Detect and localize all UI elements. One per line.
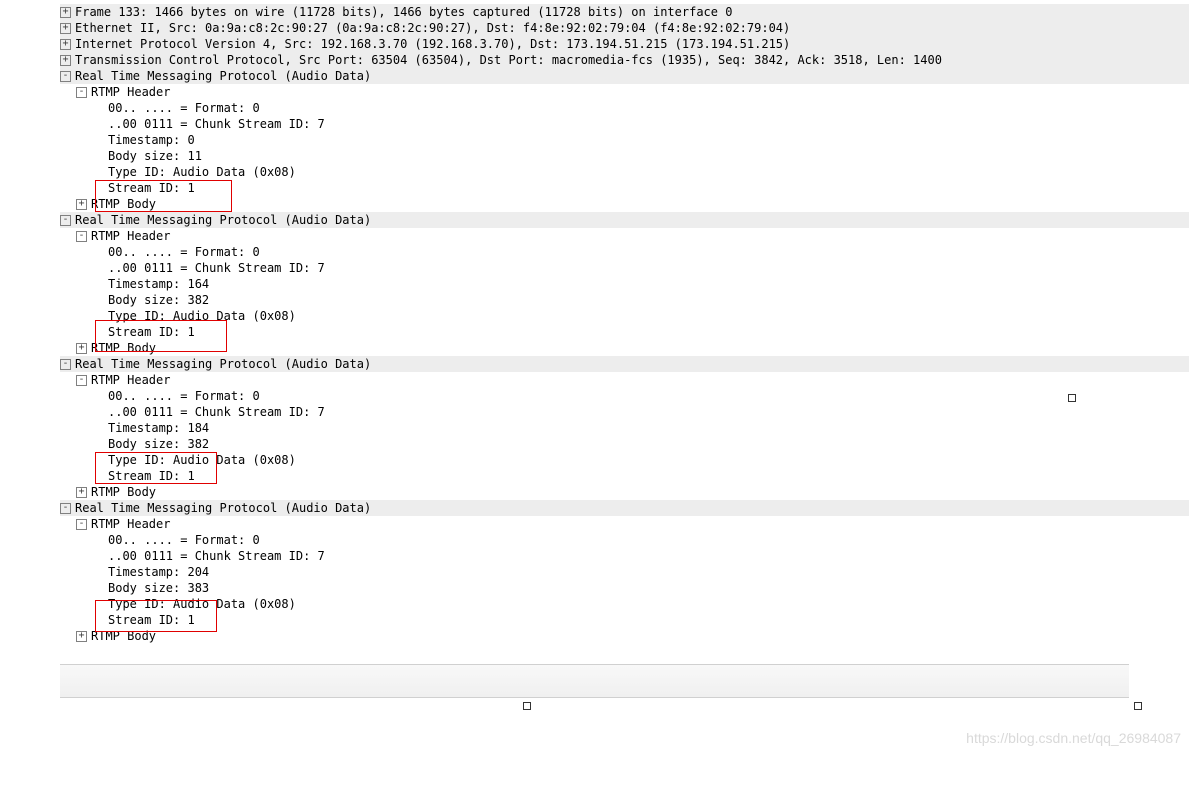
bottom-empty-panel bbox=[60, 664, 1129, 698]
field-stream-id[interactable]: Stream ID: 1 bbox=[108, 468, 1189, 484]
rtmp-section-header[interactable]: - Real Time Messaging Protocol (Audio Da… bbox=[60, 212, 1189, 228]
rtmp-header-label: RTMP Header bbox=[91, 516, 170, 532]
field-timestamp[interactable]: Timestamp: 0 bbox=[108, 132, 1189, 148]
field-body-size[interactable]: Body size: 382 bbox=[108, 436, 1189, 452]
rtmp-section-header[interactable]: - Real Time Messaging Protocol (Audio Da… bbox=[60, 356, 1189, 372]
expand-icon[interactable]: + bbox=[76, 487, 87, 498]
watermark-text: https://blog.csdn.net/qq_26984087 bbox=[966, 730, 1181, 746]
expand-icon[interactable]: + bbox=[60, 39, 71, 50]
ethernet-summary-row[interactable]: + Ethernet II, Src: 0a:9a:c8:2c:90:27 (0… bbox=[60, 20, 1189, 36]
rtmp-body-row[interactable]: + RTMP Body bbox=[76, 196, 1189, 212]
rtmp-header-row[interactable]: - RTMP Header bbox=[76, 372, 1189, 388]
field-timestamp[interactable]: Timestamp: 204 bbox=[108, 564, 1189, 580]
field-type-id[interactable]: Type ID: Audio Data (0x08) bbox=[108, 596, 1189, 612]
expand-icon[interactable]: + bbox=[76, 343, 87, 354]
field-stream-id[interactable]: Stream ID: 1 bbox=[108, 324, 1189, 340]
field-format[interactable]: 00.. .... = Format: 0 bbox=[108, 244, 1189, 260]
frame-summary-row[interactable]: + Frame 133: 1466 bytes on wire (11728 b… bbox=[60, 4, 1189, 20]
field-csid[interactable]: ..00 0111 = Chunk Stream ID: 7 bbox=[108, 548, 1189, 564]
rtmp-section-title: Real Time Messaging Protocol (Audio Data… bbox=[75, 356, 371, 372]
expand-icon[interactable]: + bbox=[76, 199, 87, 210]
rtmp-header-label: RTMP Header bbox=[91, 84, 170, 100]
field-stream-id[interactable]: Stream ID: 1 bbox=[108, 180, 1189, 196]
field-timestamp[interactable]: Timestamp: 184 bbox=[108, 420, 1189, 436]
expand-icon[interactable]: + bbox=[60, 23, 71, 34]
rtmp-section-title: Real Time Messaging Protocol (Audio Data… bbox=[75, 68, 371, 84]
field-body-size[interactable]: Body size: 382 bbox=[108, 292, 1189, 308]
rtmp-header-row[interactable]: - RTMP Header bbox=[76, 84, 1189, 100]
rtmp-body-label: RTMP Body bbox=[91, 196, 156, 212]
packet-details-tree: + Frame 133: 1466 bytes on wire (11728 b… bbox=[0, 0, 1189, 644]
field-csid[interactable]: ..00 0111 = Chunk Stream ID: 7 bbox=[108, 116, 1189, 132]
ip-summary-text: Internet Protocol Version 4, Src: 192.16… bbox=[75, 36, 790, 52]
field-csid[interactable]: ..00 0111 = Chunk Stream ID: 7 bbox=[108, 260, 1189, 276]
collapse-icon[interactable]: - bbox=[60, 71, 71, 82]
frame-summary-text: Frame 133: 1466 bytes on wire (11728 bit… bbox=[75, 4, 732, 20]
field-type-id[interactable]: Type ID: Audio Data (0x08) bbox=[108, 164, 1189, 180]
rtmp-header-label: RTMP Header bbox=[91, 228, 170, 244]
rtmp-body-row[interactable]: + RTMP Body bbox=[76, 628, 1189, 644]
field-stream-id[interactable]: Stream ID: 1 bbox=[108, 612, 1189, 628]
collapse-icon[interactable]: - bbox=[60, 503, 71, 514]
tcp-summary-text: Transmission Control Protocol, Src Port:… bbox=[75, 52, 942, 68]
rtmp-body-label: RTMP Body bbox=[91, 484, 156, 500]
rtmp-body-row[interactable]: + RTMP Body bbox=[76, 340, 1189, 356]
collapse-icon[interactable]: - bbox=[76, 519, 87, 530]
collapse-icon[interactable]: - bbox=[60, 215, 71, 226]
collapse-icon[interactable]: - bbox=[76, 375, 87, 386]
artifact-icon bbox=[523, 702, 531, 710]
field-body-size[interactable]: Body size: 383 bbox=[108, 580, 1189, 596]
field-body-size[interactable]: Body size: 11 bbox=[108, 148, 1189, 164]
collapse-icon[interactable]: - bbox=[60, 359, 71, 370]
expand-icon[interactable]: + bbox=[60, 55, 71, 66]
field-format[interactable]: 00.. .... = Format: 0 bbox=[108, 100, 1189, 116]
field-format[interactable]: 00.. .... = Format: 0 bbox=[108, 532, 1189, 548]
tcp-summary-row[interactable]: + Transmission Control Protocol, Src Por… bbox=[60, 52, 1189, 68]
field-type-id[interactable]: Type ID: Audio Data (0x08) bbox=[108, 452, 1189, 468]
rtmp-section-header[interactable]: - Real Time Messaging Protocol (Audio Da… bbox=[60, 500, 1189, 516]
rtmp-body-label: RTMP Body bbox=[91, 628, 156, 644]
rtmp-section-header[interactable]: - Real Time Messaging Protocol (Audio Da… bbox=[60, 68, 1189, 84]
rtmp-body-label: RTMP Body bbox=[91, 340, 156, 356]
rtmp-section-title: Real Time Messaging Protocol (Audio Data… bbox=[75, 212, 371, 228]
rtmp-section-title: Real Time Messaging Protocol (Audio Data… bbox=[75, 500, 371, 516]
rtmp-header-label: RTMP Header bbox=[91, 372, 170, 388]
collapse-icon[interactable]: - bbox=[76, 87, 87, 98]
ethernet-summary-text: Ethernet II, Src: 0a:9a:c8:2c:90:27 (0a:… bbox=[75, 20, 790, 36]
field-csid[interactable]: ..00 0111 = Chunk Stream ID: 7 bbox=[108, 404, 1189, 420]
rtmp-header-row[interactable]: - RTMP Header bbox=[76, 516, 1189, 532]
field-type-id[interactable]: Type ID: Audio Data (0x08) bbox=[108, 308, 1189, 324]
rtmp-body-row[interactable]: + RTMP Body bbox=[76, 484, 1189, 500]
field-timestamp[interactable]: Timestamp: 164 bbox=[108, 276, 1189, 292]
artifact-icon bbox=[1068, 394, 1076, 402]
collapse-icon[interactable]: - bbox=[76, 231, 87, 242]
artifact-icon bbox=[1134, 702, 1142, 710]
rtmp-header-row[interactable]: - RTMP Header bbox=[76, 228, 1189, 244]
field-format[interactable]: 00.. .... = Format: 0 bbox=[108, 388, 1189, 404]
expand-icon[interactable]: + bbox=[76, 631, 87, 642]
expand-icon[interactable]: + bbox=[60, 7, 71, 18]
ip-summary-row[interactable]: + Internet Protocol Version 4, Src: 192.… bbox=[60, 36, 1189, 52]
